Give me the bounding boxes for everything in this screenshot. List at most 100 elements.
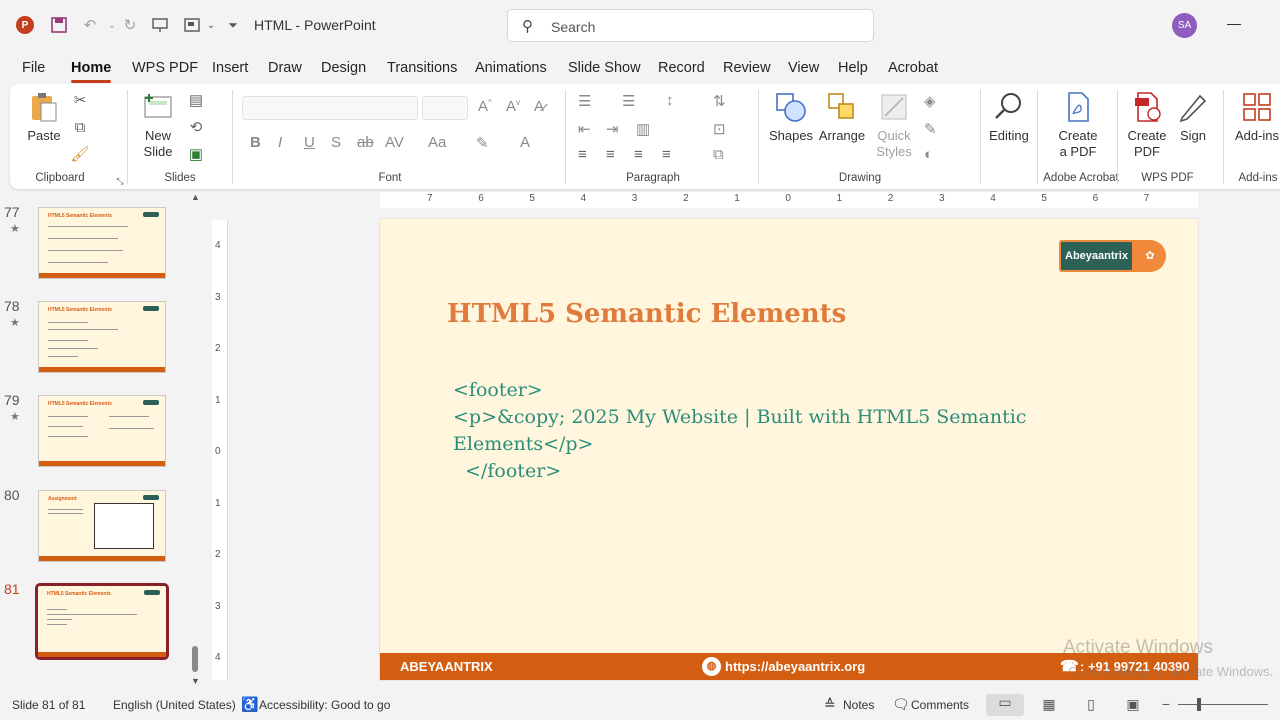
thumbnail-scrollbar[interactable]: ▲ ▼ <box>190 192 200 686</box>
customize-toolbar-icon[interactable]: ⏷ <box>222 14 244 36</box>
scrollbar-thumb[interactable] <box>192 646 198 672</box>
zoom-slider-knob[interactable] <box>1197 698 1201 711</box>
zoom-slider[interactable] <box>1178 704 1268 705</box>
increase-indent-icon[interactable]: ⇥ <box>606 120 619 138</box>
normal-view-icon[interactable]: ▭ <box>986 694 1024 716</box>
present-icon[interactable] <box>149 14 171 36</box>
quick-styles-button[interactable]: Quick Styles <box>872 90 916 160</box>
shape-effects-icon[interactable]: ◐ <box>924 146 933 163</box>
code-text-box[interactable]: <footer> <p>&copy; 2025 My Website | Bui… <box>453 377 1053 485</box>
columns-icon[interactable]: ▥ <box>636 120 650 138</box>
align-left-icon[interactable]: ≡ <box>578 146 587 163</box>
tab-design[interactable]: Design <box>321 60 366 76</box>
ruler-tick-label: 3 <box>939 193 945 204</box>
layout-icon[interactable]: ▤ <box>186 92 206 110</box>
justify-icon[interactable]: ≡ <box>662 146 671 163</box>
avatar[interactable]: SA <box>1172 13 1197 38</box>
reading-view-icon[interactable]: ▯ <box>1080 696 1102 714</box>
reset-icon[interactable]: ⟲ <box>186 119 206 137</box>
underline-icon[interactable]: U <box>304 134 315 151</box>
shape-outline-icon[interactable]: ✎ <box>924 120 937 138</box>
slide-title[interactable]: HTML5 Semantic Elements <box>447 299 846 329</box>
comments-button[interactable]: Comments <box>911 698 969 712</box>
tab-record[interactable]: Record <box>658 60 705 76</box>
align-center-icon[interactable]: ≡ <box>606 146 615 163</box>
italic-icon[interactable]: I <box>278 134 282 151</box>
align-text-icon[interactable]: ⊡ <box>713 120 726 138</box>
section-icon[interactable]: ▣ <box>186 146 206 164</box>
tab-insert[interactable]: Insert <box>212 60 248 76</box>
shapes-button[interactable]: Shapes <box>768 90 814 144</box>
tab-draw[interactable]: Draw <box>268 60 302 76</box>
language-indicator[interactable]: English (United States) <box>113 698 236 712</box>
slide-sorter-icon[interactable]: ▦ <box>1038 696 1060 714</box>
character-spacing-icon[interactable]: AV <box>385 134 404 151</box>
create-pdf-button[interactable]: Create PDF <box>1124 90 1170 160</box>
text-direction-icon[interactable]: ⇅ <box>713 92 726 110</box>
editing-button[interactable]: Editing <box>986 90 1032 144</box>
zoom-out-icon[interactable]: − <box>1155 696 1177 714</box>
accessibility-status[interactable]: Accessibility: Good to go <box>259 698 390 712</box>
scroll-up-icon[interactable]: ▲ <box>191 192 200 202</box>
tab-acrobat[interactable]: Acrobat <box>888 60 938 76</box>
tab-slide-show[interactable]: Slide Show <box>568 60 641 76</box>
line-spacing-icon[interactable]: ↕ <box>666 92 674 109</box>
paste-button[interactable]: Paste <box>26 90 62 144</box>
thumbnail-image <box>94 503 154 549</box>
tab-view[interactable]: View <box>788 60 819 76</box>
notes-icon[interactable]: ≙ <box>824 696 836 713</box>
decrease-indent-icon[interactable]: ⇤ <box>578 120 591 138</box>
minimize-button[interactable] <box>1227 24 1241 25</box>
format-painter-icon[interactable]: 🖌 <box>70 146 90 164</box>
redo-icon[interactable]: ↻ <box>119 14 141 36</box>
slide-thumbnail[interactable]: Assignment <box>38 490 166 562</box>
save-icon[interactable] <box>48 14 70 36</box>
slide-thumbnail[interactable]: HTML5 Semantic Elements <box>38 395 166 467</box>
tab-home[interactable]: Home <box>71 60 112 83</box>
comments-icon[interactable]: 🗨 <box>892 696 910 713</box>
add-ins-button[interactable]: Add-ins <box>1232 90 1280 144</box>
undo-icon[interactable]: ↶ <box>79 14 101 36</box>
tab-help[interactable]: Help <box>838 60 868 76</box>
tab-file[interactable]: File <box>22 60 45 76</box>
slide-thumbnail[interactable]: HTML5 Semantic Elements <box>38 207 166 279</box>
align-right-icon[interactable]: ≡ <box>634 146 643 163</box>
copy-icon[interactable]: ⧉ <box>70 119 90 137</box>
bold-icon[interactable]: B <box>250 134 261 151</box>
shadow-icon[interactable]: S <box>331 134 341 151</box>
create-a-pdf-button[interactable]: Create a PDF <box>1050 90 1106 160</box>
title-bar: P ↶ ⌄ ↻ ⌄ ⏷ HTML - PowerPoint ⚲ Search S… <box>0 0 1280 52</box>
decrease-font-icon[interactable]: Av <box>506 98 520 115</box>
tab-animations[interactable]: Animations <box>475 60 547 76</box>
clear-formatting-icon[interactable]: A̷ <box>534 98 544 115</box>
strikethrough-icon[interactable]: ab <box>357 134 374 151</box>
highlight-icon[interactable]: ✎ <box>476 134 489 152</box>
bullets-icon[interactable]: ☰ <box>578 92 591 110</box>
change-case-icon[interactable]: Aa <box>428 134 446 151</box>
font-size-select[interactable] <box>422 96 468 120</box>
layout-dropdown-icon[interactable]: ⌄ <box>200 14 222 36</box>
sign-button[interactable]: Sign <box>1174 90 1212 144</box>
slide-thumbnail[interactable]: HTML5 Semantic Elements <box>38 301 166 373</box>
tab-transitions[interactable]: Transitions <box>387 60 457 76</box>
slide-thumbnail-selected[interactable]: HTML5 Semantic Elements <box>35 583 169 660</box>
new-slide-button[interactable]: New Slide <box>136 90 180 160</box>
slide-canvas[interactable]: Abeyaantrix ✿ HTML5 Semantic Elements <f… <box>380 219 1198 680</box>
smartart-icon[interactable]: ⧉ <box>713 146 724 163</box>
font-family-select[interactable] <box>242 96 418 120</box>
tab-review[interactable]: Review <box>723 60 771 76</box>
accessibility-icon[interactable]: ♿ <box>241 696 258 713</box>
font-color-icon[interactable]: A <box>520 134 530 151</box>
arrange-button[interactable]: Arrange <box>818 90 866 144</box>
scroll-down-icon[interactable]: ▼ <box>191 676 200 686</box>
ruler-tick-label: 3 <box>215 291 221 303</box>
numbering-icon[interactable]: ☰ <box>622 92 635 110</box>
slide-show-icon[interactable]: ▣ <box>1122 696 1144 714</box>
shape-fill-icon[interactable]: ◈ <box>924 92 936 110</box>
search-input[interactable]: ⚲ Search <box>507 9 874 42</box>
cut-icon[interactable]: ✂ <box>70 92 90 110</box>
footer-brand: ABEYAANTRIX <box>400 659 493 674</box>
tab-wps-pdf[interactable]: WPS PDF <box>132 60 198 76</box>
increase-font-icon[interactable]: A^ <box>478 98 492 115</box>
notes-button[interactable]: Notes <box>843 698 874 712</box>
